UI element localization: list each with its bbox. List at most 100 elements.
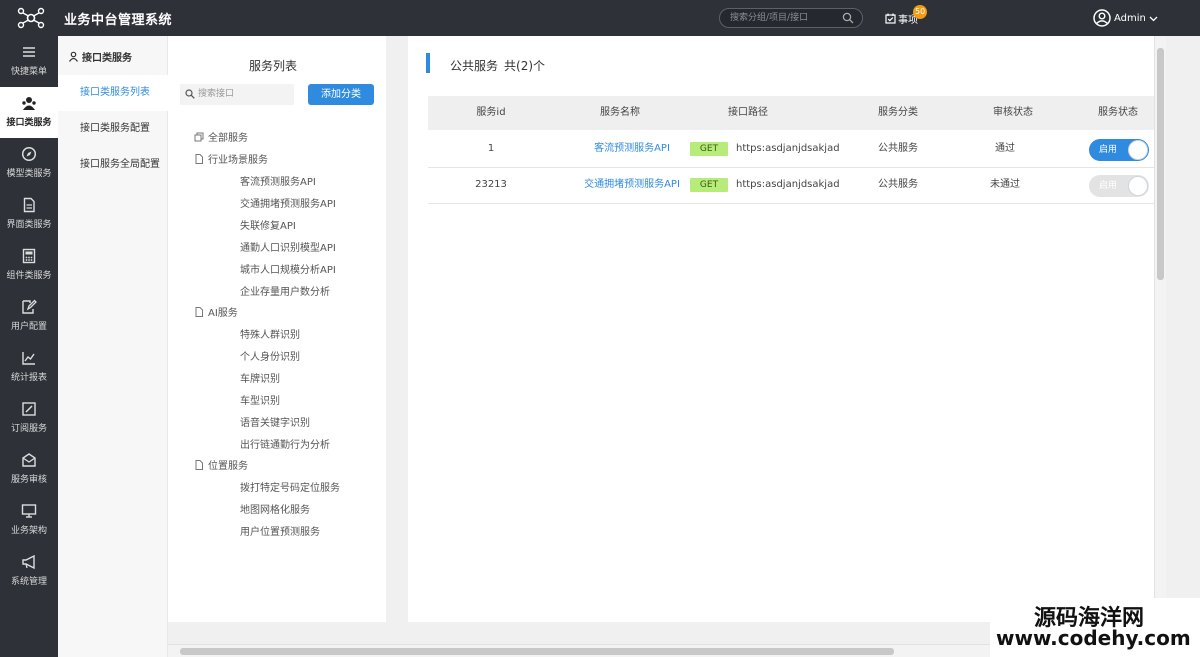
sidebar-item-label: 订阅服务 xyxy=(10,424,47,434)
tree-leaf[interactable]: 车型识别 xyxy=(240,392,280,407)
tree-leaf[interactable]: 客流预测服务API xyxy=(240,173,316,188)
service-search[interactable] xyxy=(180,84,294,105)
status-toggle[interactable]: 启用 xyxy=(1089,175,1149,197)
user-menu[interactable]: Admin xyxy=(1093,9,1158,27)
sidebar-item-label: 组件类服务 xyxy=(6,271,52,281)
todo-count-badge: 50 xyxy=(913,5,928,19)
tree-leaf[interactable]: 用户位置预测服务 xyxy=(240,523,320,538)
cell-review-status: 未通过 xyxy=(990,179,1020,190)
secondary-nav-title: 接口类服务 xyxy=(82,53,132,64)
table-header: 服务id 服务名称 接口路径 服务分类 审核状态 服务状态 xyxy=(428,96,1154,130)
cell-path: https:asdjanjdsakjad xyxy=(736,143,840,154)
page-title: 公共服务 共(2)个 xyxy=(450,57,545,74)
http-method-badge: GET xyxy=(690,178,728,192)
service-list-panel: 服务列表 添加分类 全部服务 行业场景服务 客流预测服务API 交通拥堵预测服务… xyxy=(168,36,386,622)
service-list-title: 服务列表 xyxy=(248,59,297,73)
file-icon xyxy=(195,153,203,164)
tree-leaf[interactable]: 个人身份识别 xyxy=(240,348,300,363)
main-content: 公共服务 共(2)个 服务id 服务名称 接口路径 服务分类 审核状态 服务状态 … xyxy=(408,36,1154,622)
horizontal-scroll-thumb[interactable] xyxy=(180,648,894,655)
tree-leaf[interactable]: 语音关键字识别 xyxy=(240,414,310,429)
tree-node-label: 位置服务 xyxy=(208,461,248,472)
file-icon xyxy=(195,306,203,317)
vertical-scroll-thumb[interactable] xyxy=(1157,48,1164,280)
status-toggle[interactable]: 启用 xyxy=(1089,139,1149,161)
sidebar-item-ui-services[interactable]: 界面类服务 xyxy=(0,189,58,240)
table-row: 23213 交通拥堵预测服务API GET https:asdjanjdsakj… xyxy=(428,168,1154,204)
sidebar-item-label: 快捷菜单 xyxy=(10,67,47,77)
subnav-item-global-config[interactable]: 接口服务全局配置 xyxy=(58,147,168,183)
add-category-button[interactable]: 添加分类 xyxy=(308,84,374,105)
sidebar-item-quick-menu[interactable]: 快捷菜单 xyxy=(0,36,58,87)
sidebar-item-system-management[interactable]: 系统管理 xyxy=(0,546,58,597)
tree-leaf[interactable]: 企业存量用户数分析 xyxy=(240,283,330,298)
cell-review-status: 通过 xyxy=(995,143,1015,154)
tree-leaf[interactable]: 地图网格化服务 xyxy=(240,501,310,516)
sidebar-item-label: 用户配置 xyxy=(10,322,47,332)
tree-leaf[interactable]: 特殊人群识别 xyxy=(240,326,300,341)
toggle-label: 启用 xyxy=(1099,181,1118,191)
table-row: 1 客流预测服务API GET https:asdjanjdsakjad 公共服… xyxy=(428,132,1154,168)
tree-group-ai[interactable]: AI服务 xyxy=(194,304,238,319)
tree-node-label: 全部服务 xyxy=(208,133,248,144)
tree-leaf[interactable]: 出行链通勤行为分析 xyxy=(240,436,330,451)
column-header-category: 服务分类 xyxy=(878,107,918,118)
file-icon xyxy=(195,459,203,470)
sidebar-item-service-review[interactable]: 服务审核 xyxy=(0,444,58,495)
vertical-scrollbar[interactable] xyxy=(1154,36,1166,648)
tree-node-label: 行业场景服务 xyxy=(208,155,268,166)
tree-leaf[interactable]: 车牌识别 xyxy=(240,370,280,385)
column-header-name: 服务名称 xyxy=(600,107,640,118)
sidebar-item-label: 系统管理 xyxy=(10,577,47,587)
tree-leaf[interactable]: 城市人口规模分析API xyxy=(240,261,336,276)
sidebar-item-user-config[interactable]: 用户配置 xyxy=(0,291,58,342)
menu-icon xyxy=(23,47,35,57)
cell-id: 1 xyxy=(487,143,495,154)
cell-service-name-link[interactable]: 客流预测服务API xyxy=(570,132,694,166)
tree-leaf[interactable]: 交通拥堵预测服务API xyxy=(240,195,336,210)
users-icon xyxy=(22,97,36,110)
tree-node-all[interactable]: 全部服务 xyxy=(194,129,248,144)
sidebar-item-label: 接口类服务 xyxy=(6,118,52,128)
sidebar-item-label: 服务审核 xyxy=(10,475,47,485)
column-header-id: 服务id xyxy=(476,107,506,118)
secondary-nav-header: 接口类服务 xyxy=(68,49,132,64)
cell-service-name-link[interactable]: 交通拥堵预测服务API xyxy=(566,168,698,202)
tree-leaf[interactable]: 通勤人口识别模型API xyxy=(240,239,336,254)
tree-group-location[interactable]: 位置服务 xyxy=(194,457,248,472)
subnav-item-api-config[interactable]: 接口类服务配置 xyxy=(58,111,168,147)
column-header-path: 接口路径 xyxy=(728,107,768,118)
pencil-square-icon xyxy=(22,402,36,416)
sidebar-item-component-services[interactable]: 组件类服务 xyxy=(0,240,58,291)
sidebar-item-business-architecture[interactable]: 业务架构 xyxy=(0,495,58,546)
service-search-input[interactable] xyxy=(198,87,288,101)
sidebar-item-statistics[interactable]: 统计报表 xyxy=(0,342,58,393)
main-sidebar: 快捷菜单 接口类服务 模型类服务 界面类服务 组件类服务 用户配置 统计报表 订… xyxy=(0,36,58,657)
tree-leaf[interactable]: 失联修复API xyxy=(240,217,296,232)
document-icon xyxy=(23,197,35,213)
tree-group-industry[interactable]: 行业场景服务 xyxy=(194,151,268,166)
user-icon xyxy=(69,51,78,62)
chart-icon xyxy=(22,352,35,365)
global-search-input[interactable] xyxy=(730,11,840,25)
cell-category: 公共服务 xyxy=(878,179,918,190)
sidebar-item-api-services[interactable]: 接口类服务 xyxy=(0,87,58,138)
search-icon[interactable] xyxy=(842,12,854,24)
sidebar-item-subscriptions[interactable]: 订阅服务 xyxy=(0,393,58,444)
column-header-review: 审核状态 xyxy=(993,107,1033,118)
sidebar-item-label: 统计报表 xyxy=(10,373,47,383)
chevron-down-icon xyxy=(1149,16,1158,21)
global-search[interactable] xyxy=(719,8,863,28)
mail-icon xyxy=(22,453,36,467)
compass-icon xyxy=(21,146,37,162)
subnav-item-api-list[interactable]: 接口类服务列表 xyxy=(58,75,168,111)
http-method-badge: GET xyxy=(690,142,728,156)
toggle-knob xyxy=(1128,176,1148,196)
sidebar-item-label: 业务架构 xyxy=(10,526,47,536)
sidebar-item-model-services[interactable]: 模型类服务 xyxy=(0,138,58,189)
tree-leaf[interactable]: 拨打特定号码定位服务 xyxy=(240,479,340,494)
edit-icon xyxy=(22,299,37,314)
title-accent-bar xyxy=(426,53,430,73)
secondary-nav: 接口类服务 接口类服务列表 接口类服务配置 接口服务全局配置 xyxy=(58,36,168,657)
cell-path: https:asdjanjdsakjad xyxy=(736,179,840,190)
